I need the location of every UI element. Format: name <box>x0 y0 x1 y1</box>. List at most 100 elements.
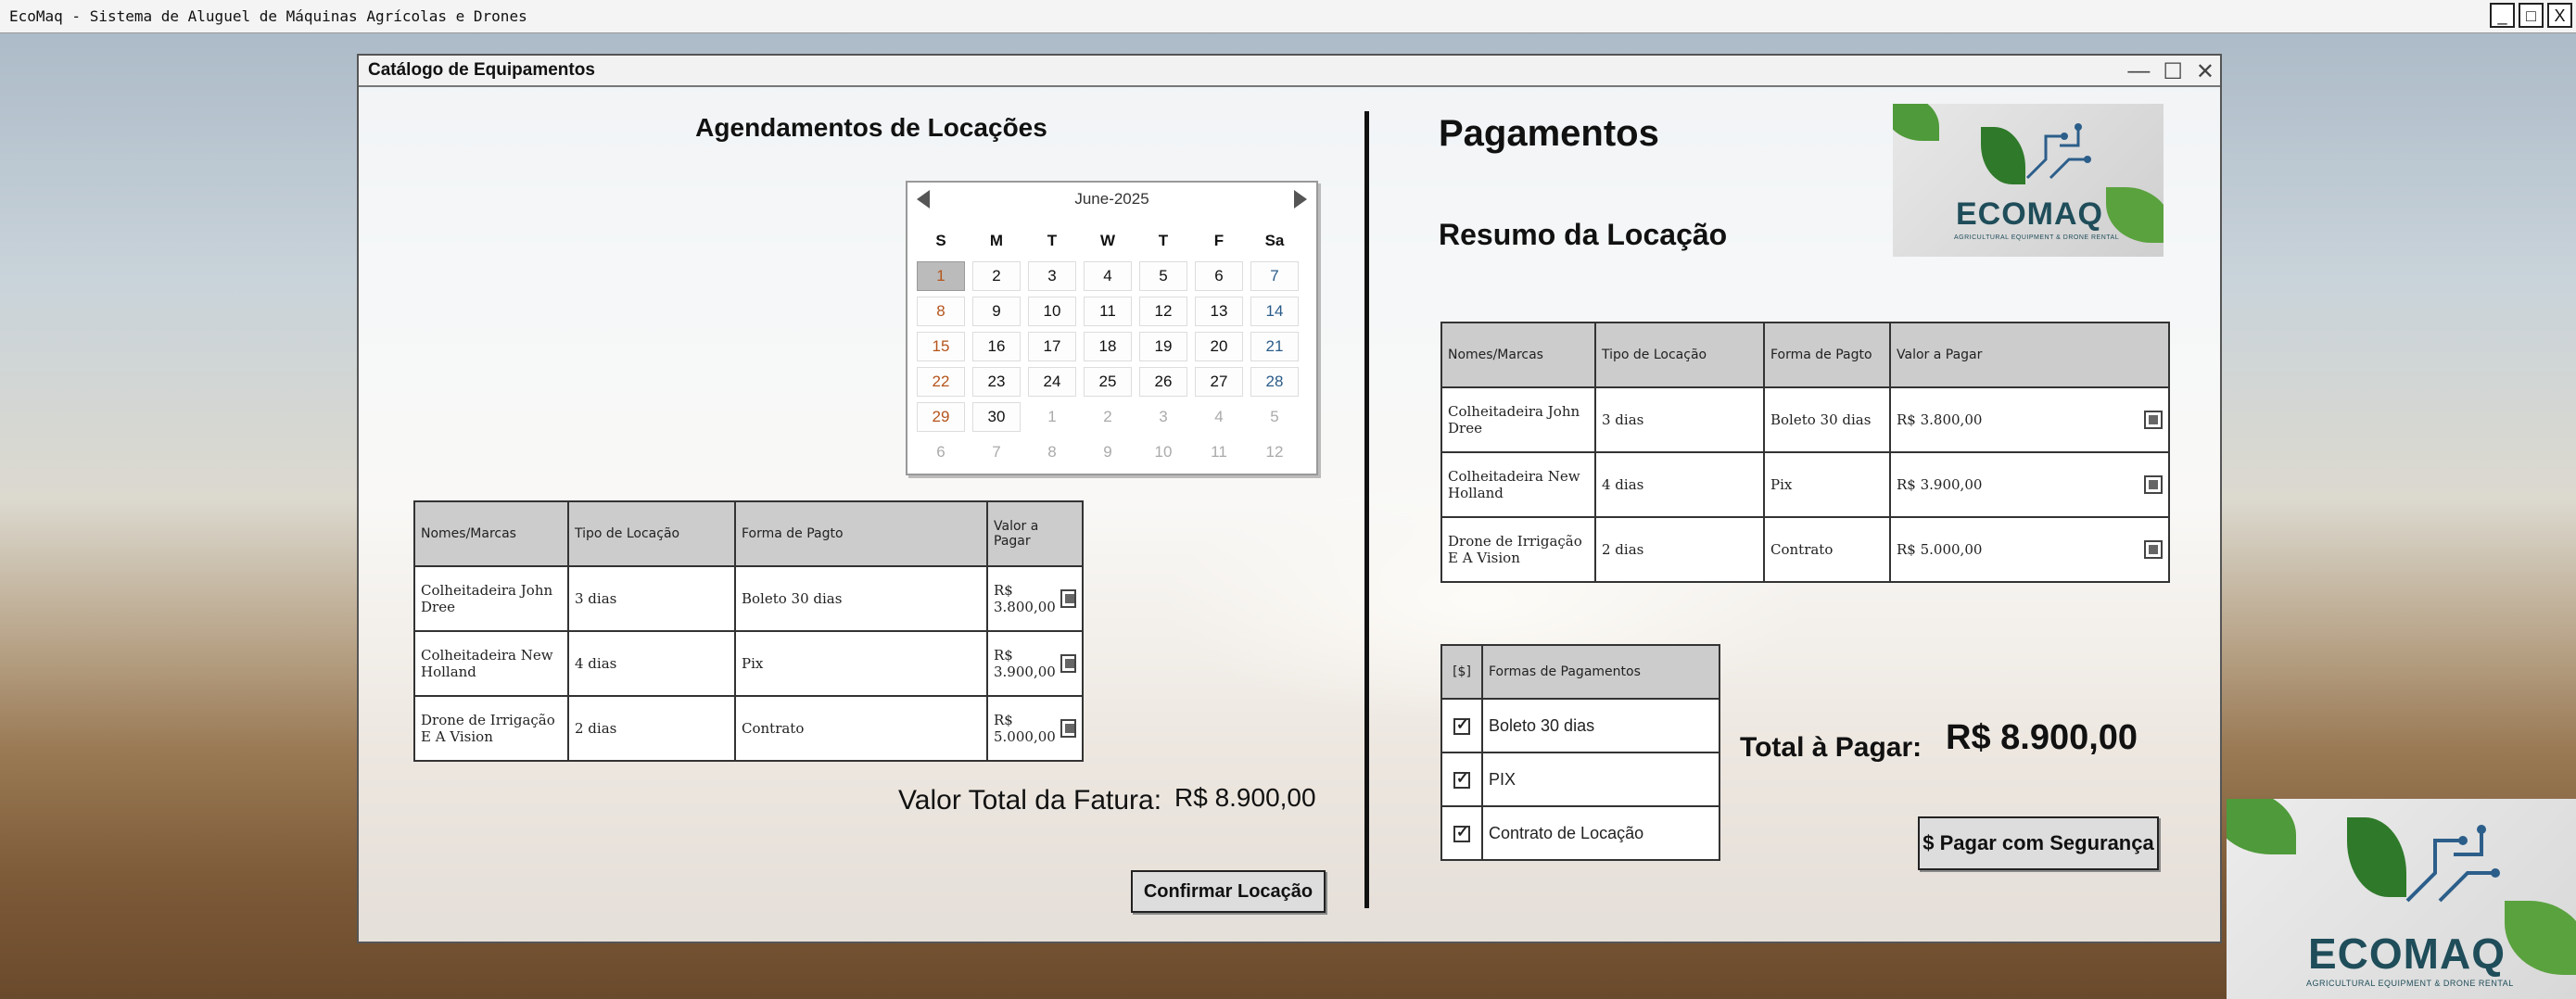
column-header: Nomes/Marcas <box>413 500 569 567</box>
secure-pay-button[interactable]: $ Pagar com Segurança <box>1918 816 2159 870</box>
calendar-day[interactable]: 23 <box>972 367 1021 397</box>
table-cell: 4 dias <box>567 630 736 697</box>
calendar-day[interactable]: 24 <box>1028 367 1076 397</box>
table-row: Colheitadeira New Holland 4 dias Pix R$ 3.9… <box>1440 451 2170 518</box>
calendar-day[interactable]: 12 <box>1139 297 1187 326</box>
calendar-day[interactable]: 25 <box>1084 367 1132 397</box>
calendar-day[interactable]: 14 <box>1250 297 1299 326</box>
calendar-day[interactable]: 2 <box>972 261 1021 291</box>
total-to-pay-value: R$ 8.900,00 <box>1946 718 2138 757</box>
window-minimize-button[interactable]: — <box>2127 58 2150 85</box>
calendar-day[interactable]: 2 <box>1084 402 1132 432</box>
row-select-checkbox[interactable] <box>2144 540 2163 559</box>
calendar-day[interactable]: 30 <box>972 402 1021 432</box>
calendar-day[interactable]: 5 <box>1139 261 1187 291</box>
calendar-day[interactable]: 9 <box>1084 437 1132 467</box>
catalog-window: Catálogo de Equipamentos — ☐ ✕ Agendamen… <box>357 54 2222 943</box>
table-cell: Colheitadeira New Holland <box>413 630 569 697</box>
table-cell: 4 dias <box>1594 451 1765 518</box>
payment-method-item: PIX <box>1481 752 1720 807</box>
column-header: Nomes/Marcas <box>1440 322 1596 388</box>
next-month-icon[interactable] <box>1294 190 1307 209</box>
calendar-day[interactable]: 12 <box>1250 437 1299 467</box>
calendar-day[interactable]: 8 <box>1028 437 1076 467</box>
calendar-day[interactable]: 6 <box>917 437 965 467</box>
calendar-day[interactable]: 3 <box>1028 261 1076 291</box>
confirm-rental-button[interactable]: Confirmar Locação <box>1131 870 1326 913</box>
amount-text: R$ 3.900,00 <box>994 647 1056 680</box>
table-cell: 3 dias <box>1594 386 1765 453</box>
close-button[interactable]: X <box>2547 3 2572 28</box>
calendar-day[interactable]: 19 <box>1139 332 1187 361</box>
calendar-day[interactable]: 7 <box>972 437 1021 467</box>
payment-method-item: Contrato de Locação <box>1481 805 1720 861</box>
weekday-label: T <box>1047 232 1058 249</box>
calendar-day[interactable]: 4 <box>1084 261 1132 291</box>
calendar-day[interactable]: 18 <box>1084 332 1132 361</box>
logo-wordmark: ECOMAQ <box>2308 929 2506 978</box>
calendar-day[interactable]: 10 <box>1028 297 1076 326</box>
invoice-total-value: R$ 8.900,00 <box>1174 783 1316 812</box>
calendar-day[interactable]: 22 <box>917 367 965 397</box>
calendar-day[interactable]: 21 <box>1250 332 1299 361</box>
calendar-day[interactable]: 7 <box>1250 261 1299 291</box>
value-cell: R$ 3.800,00 <box>986 565 1084 632</box>
calendar-day[interactable]: 4 <box>1195 402 1243 432</box>
value-cell: R$ 3.900,00 <box>1889 451 2170 518</box>
column-header: Forma de Pagto <box>734 500 988 567</box>
calendar-day[interactable]: 1 <box>1028 402 1076 432</box>
calendar-day[interactable]: 11 <box>1195 437 1243 467</box>
calendar: June-2025 S M T W T F Sa 1 2 3 4 5 6 7 8 9 10 11 12 13 14 15 1… <box>906 181 1318 475</box>
table-cell: Drone de Irrigação E A Vision <box>1440 516 1596 583</box>
weekday-label: F <box>1213 232 1225 249</box>
minimize-button[interactable]: _ <box>2490 3 2515 28</box>
window-maximize-button[interactable]: ☐ <box>2163 58 2183 85</box>
payment-checkbox-pix[interactable] <box>1453 769 1470 789</box>
maximize-button[interactable]: □ <box>2519 3 2544 28</box>
calendar-day[interactable]: 3 <box>1139 402 1187 432</box>
calendar-day[interactable]: 5 <box>1250 402 1299 432</box>
calendar-day[interactable]: 15 <box>917 332 965 361</box>
row-select-checkbox[interactable] <box>1060 654 1076 673</box>
calendar-day[interactable]: 6 <box>1195 261 1243 291</box>
calendar-grid: S M T W T F Sa 1 2 3 4 5 6 7 8 9 10 11 12 13 14 15 16 17 18 19 20 2… <box>917 223 1299 470</box>
column-header: Forma de Pagto <box>1763 322 1891 388</box>
calendar-day[interactable]: 11 <box>1084 297 1132 326</box>
table-cell: Colheitadeira John Dree <box>413 565 569 632</box>
calendar-day[interactable]: 20 <box>1195 332 1243 361</box>
calendar-day[interactable]: 1 <box>917 261 965 291</box>
payment-methods-table: [$] Formas de Pagamentos Boleto 30 dias … <box>1440 644 1720 861</box>
row-select-checkbox[interactable] <box>2144 411 2163 429</box>
calendar-day[interactable]: 26 <box>1139 367 1187 397</box>
payment-checkbox-boleto[interactable] <box>1453 715 1470 735</box>
window-close-button[interactable]: ✕ <box>2196 58 2214 85</box>
payment-checkbox-contract[interactable] <box>1453 823 1470 842</box>
column-header: Valor a Pagar <box>1889 322 2170 388</box>
window-titlebar: Catálogo de Equipamentos — ☐ ✕ <box>359 56 2220 87</box>
calendar-day[interactable]: 16 <box>972 332 1021 361</box>
ecomaq-logo: ECOMAQ AGRICULTURAL EQUIPMENT & DRONE RE… <box>1893 104 2164 257</box>
amount-text: R$ 5.000,00 <box>1897 541 1983 558</box>
table-cell: 2 dias <box>567 695 736 762</box>
circuit-icon <box>2405 825 2500 903</box>
calendar-day[interactable]: 29 <box>917 402 965 432</box>
weekday-label: W <box>1099 232 1116 249</box>
row-select-checkbox[interactable] <box>1060 589 1076 608</box>
calendar-day[interactable]: 8 <box>917 297 965 326</box>
calendar-day[interactable]: 28 <box>1250 367 1299 397</box>
value-cell: R$ 3.800,00 <box>1889 386 2170 453</box>
calendar-day[interactable]: 13 <box>1195 297 1243 326</box>
column-header: Tipo de Locação <box>567 500 736 567</box>
row-select-checkbox[interactable] <box>2144 475 2163 494</box>
calendar-day[interactable]: 9 <box>972 297 1021 326</box>
calendar-month-label: June-2025 <box>1074 190 1149 208</box>
calendar-day[interactable]: 17 <box>1028 332 1076 361</box>
row-select-checkbox[interactable] <box>1060 719 1076 738</box>
prev-month-icon[interactable] <box>917 190 930 209</box>
table-cell: Colheitadeira New Holland <box>1440 451 1596 518</box>
circuit-icon <box>2025 123 2091 180</box>
calendar-day[interactable]: 27 <box>1195 367 1243 397</box>
value-cell: R$ 3.900,00 <box>986 630 1084 697</box>
calendar-day[interactable]: 10 <box>1139 437 1187 467</box>
table-cell: Boleto 30 dias <box>734 565 988 632</box>
